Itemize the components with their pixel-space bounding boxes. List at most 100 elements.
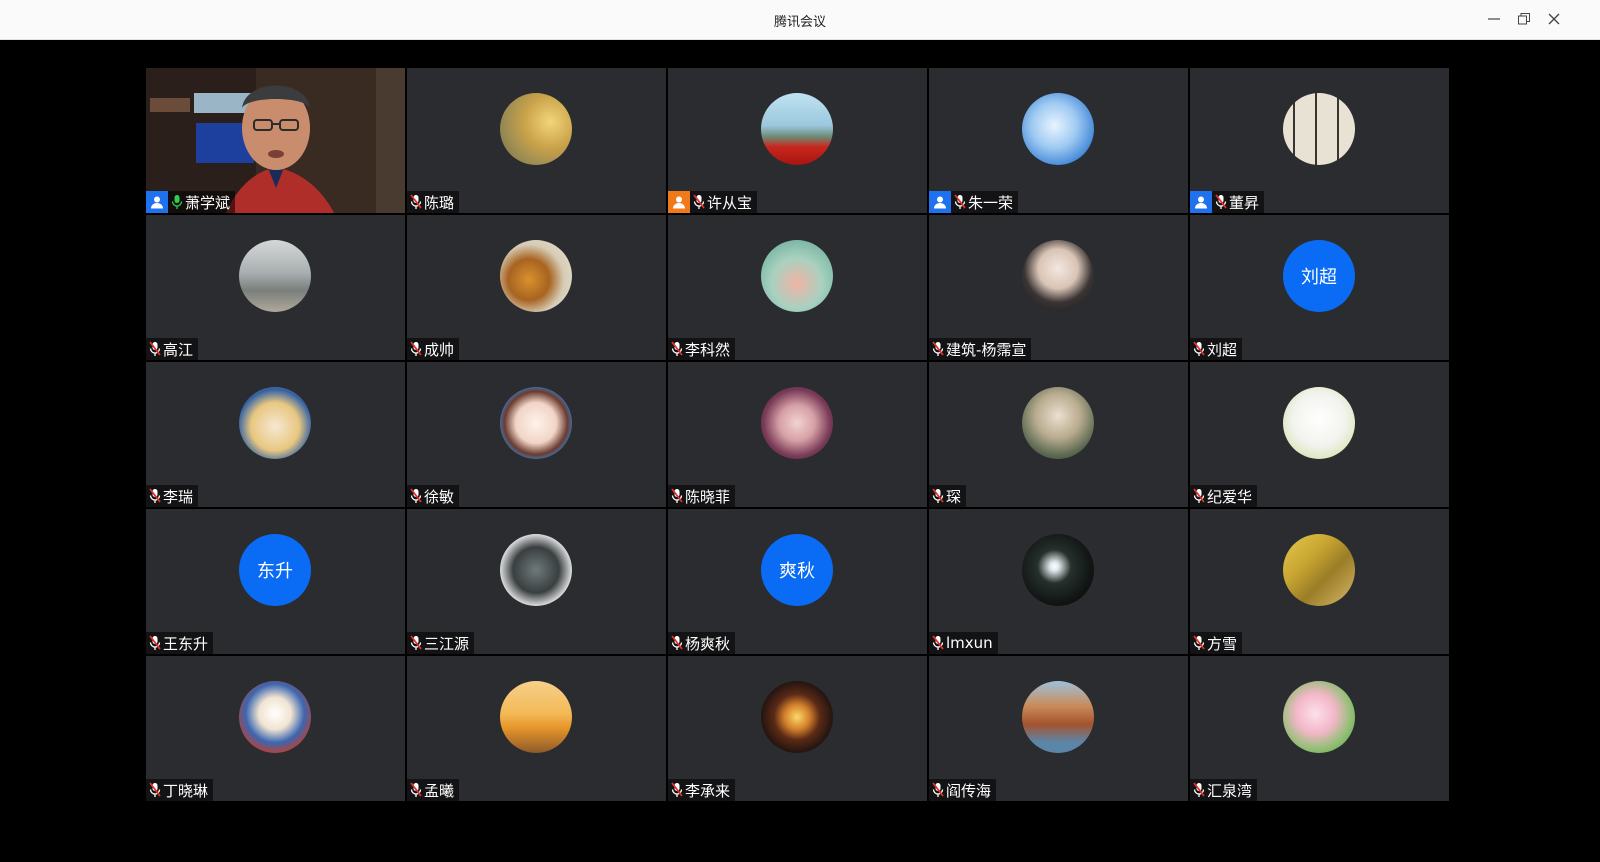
mic-muted-icon bbox=[954, 194, 966, 209]
avatar bbox=[500, 240, 572, 312]
mic-muted-indicator bbox=[670, 779, 684, 801]
mic-muted-indicator bbox=[1192, 632, 1206, 654]
participant-name: 陈璐 bbox=[424, 193, 455, 212]
mic-muted-icon bbox=[1193, 635, 1205, 650]
mic-muted-indicator bbox=[409, 338, 423, 360]
participant-tile[interactable]: 陈璐 bbox=[407, 68, 666, 213]
participant-tile[interactable]: 爽秋 杨爽秋 bbox=[668, 509, 927, 654]
participant-tile[interactable]: 李科然 bbox=[668, 215, 927, 360]
mic-muted-indicator bbox=[670, 485, 684, 507]
participant-name: 纪爱华 bbox=[1207, 487, 1253, 506]
avatar bbox=[500, 387, 572, 459]
participant-tile[interactable]: 成帅 bbox=[407, 215, 666, 360]
participant-nametag: 阎传海 bbox=[929, 779, 997, 801]
mic-muted-icon bbox=[693, 194, 705, 209]
avatar bbox=[500, 93, 572, 165]
participant-tile[interactable]: 东升 王东升 bbox=[146, 509, 405, 654]
participant-tile[interactable]: 孟曦 bbox=[407, 656, 666, 801]
mic-muted-icon bbox=[932, 782, 944, 797]
participant-name: 李瑞 bbox=[163, 487, 194, 506]
participant-name: 三江源 bbox=[424, 634, 470, 653]
mic-muted-icon bbox=[1215, 194, 1227, 209]
participant-nametag: 丁晓琳 bbox=[146, 779, 214, 801]
participant-nametag: 高江 bbox=[146, 338, 199, 360]
participant-name: 方雪 bbox=[1207, 634, 1238, 653]
participant-nametag: 三江源 bbox=[407, 632, 475, 654]
participant-name: 萧学斌 bbox=[185, 193, 231, 212]
close-button[interactable] bbox=[1544, 9, 1564, 29]
participant-name: 建筑-杨霈宣 bbox=[946, 340, 1027, 359]
participant-tile[interactable]: 萧学斌 bbox=[146, 68, 405, 213]
participant-tile[interactable]: 徐敏 bbox=[407, 362, 666, 507]
mic-muted-icon bbox=[149, 635, 161, 650]
participant-name: 汇泉湾 bbox=[1207, 781, 1253, 800]
participant-tile[interactable]: 刘超 刘超 bbox=[1190, 215, 1449, 360]
mic-muted-indicator bbox=[670, 338, 684, 360]
mic-muted-icon bbox=[932, 635, 944, 650]
participant-name: 丁晓琳 bbox=[163, 781, 209, 800]
participant-nametag: 孟曦 bbox=[407, 779, 460, 801]
participant-tile[interactable]: 阎传海 bbox=[929, 656, 1188, 801]
mic-muted-indicator bbox=[409, 632, 423, 654]
participant-nametag: 王东升 bbox=[146, 632, 214, 654]
participant-tile[interactable]: 高江 bbox=[146, 215, 405, 360]
participant-tile[interactable]: 方雪 bbox=[1190, 509, 1449, 654]
participant-tile[interactable]: 李承来 bbox=[668, 656, 927, 801]
participant-nametag: 董昇 bbox=[1190, 191, 1265, 213]
participant-tile[interactable]: 丁晓琳 bbox=[146, 656, 405, 801]
avatar bbox=[761, 240, 833, 312]
participant-nametag: 许从宝 bbox=[668, 191, 758, 213]
person-icon bbox=[934, 196, 946, 209]
participant-tile[interactable]: 三江源 bbox=[407, 509, 666, 654]
host-badge bbox=[146, 191, 168, 213]
participant-nametag: 刘超 bbox=[1190, 338, 1243, 360]
participant-name: 陈晓菲 bbox=[685, 487, 731, 506]
participant-name: 许从宝 bbox=[707, 193, 753, 212]
avatar-initials: 刘超 bbox=[1283, 240, 1355, 312]
participant-tile[interactable]: 李瑞 bbox=[146, 362, 405, 507]
mic-muted-icon bbox=[410, 341, 422, 356]
participant-nametag: 陈璐 bbox=[407, 191, 460, 213]
participant-tile[interactable]: 陈晓菲 bbox=[668, 362, 927, 507]
avatar bbox=[1022, 240, 1094, 312]
mic-muted-indicator bbox=[409, 191, 423, 213]
participant-nametag: 李瑞 bbox=[146, 485, 199, 507]
participant-nametag: 汇泉湾 bbox=[1190, 779, 1258, 801]
mic-muted-icon bbox=[671, 488, 683, 503]
participant-name: 高江 bbox=[163, 340, 194, 359]
participant-tile[interactable]: 汇泉湾 bbox=[1190, 656, 1449, 801]
window-title: 腾讯会议 bbox=[773, 15, 826, 30]
participant-name: 董昇 bbox=[1229, 193, 1260, 212]
participant-tile[interactable]: 建筑-杨霈宣 bbox=[929, 215, 1188, 360]
avatar bbox=[1022, 387, 1094, 459]
participant-tile[interactable]: 朱一荣 bbox=[929, 68, 1188, 213]
mic-muted-icon bbox=[149, 488, 161, 503]
mic-muted-indicator bbox=[931, 338, 945, 360]
mic-muted-indicator bbox=[148, 779, 162, 801]
mic-muted-indicator bbox=[1192, 485, 1206, 507]
video-stage: 萧学斌 陈璐 许从宝 朱一荣 董昇 高江 成帅 李科然 建筑-杨霈宣 刘超 刘超 李瑞 徐敏 陈晓菲琛纪爱… bbox=[0, 40, 1600, 862]
avatar bbox=[761, 681, 833, 753]
participant-tile[interactable]: 董昇 bbox=[1190, 68, 1449, 213]
participant-name: 杨爽秋 bbox=[685, 634, 731, 653]
participant-tile[interactable]: 许从宝 bbox=[668, 68, 927, 213]
avatar bbox=[1283, 681, 1355, 753]
mic-muted-indicator bbox=[931, 485, 945, 507]
mic-on-icon bbox=[171, 195, 183, 209]
participant-nametag: 朱一荣 bbox=[929, 191, 1019, 213]
participant-nametag: 萧学斌 bbox=[146, 191, 236, 213]
person-icon bbox=[151, 196, 163, 209]
close-icon bbox=[1548, 13, 1560, 25]
host-badge bbox=[668, 191, 690, 213]
mic-muted-indicator bbox=[931, 779, 945, 801]
person-icon bbox=[673, 196, 685, 209]
mic-muted-icon bbox=[671, 341, 683, 356]
participant-tile[interactable]: 琛 bbox=[929, 362, 1188, 507]
mic-muted-icon bbox=[1193, 782, 1205, 797]
minimize-button[interactable] bbox=[1484, 9, 1504, 29]
participant-tile[interactable]: 纪爱华 bbox=[1190, 362, 1449, 507]
host-badge bbox=[1190, 191, 1212, 213]
restore-button[interactable] bbox=[1514, 9, 1534, 29]
avatar bbox=[239, 240, 311, 312]
participant-tile[interactable]: lmxun bbox=[929, 509, 1188, 654]
